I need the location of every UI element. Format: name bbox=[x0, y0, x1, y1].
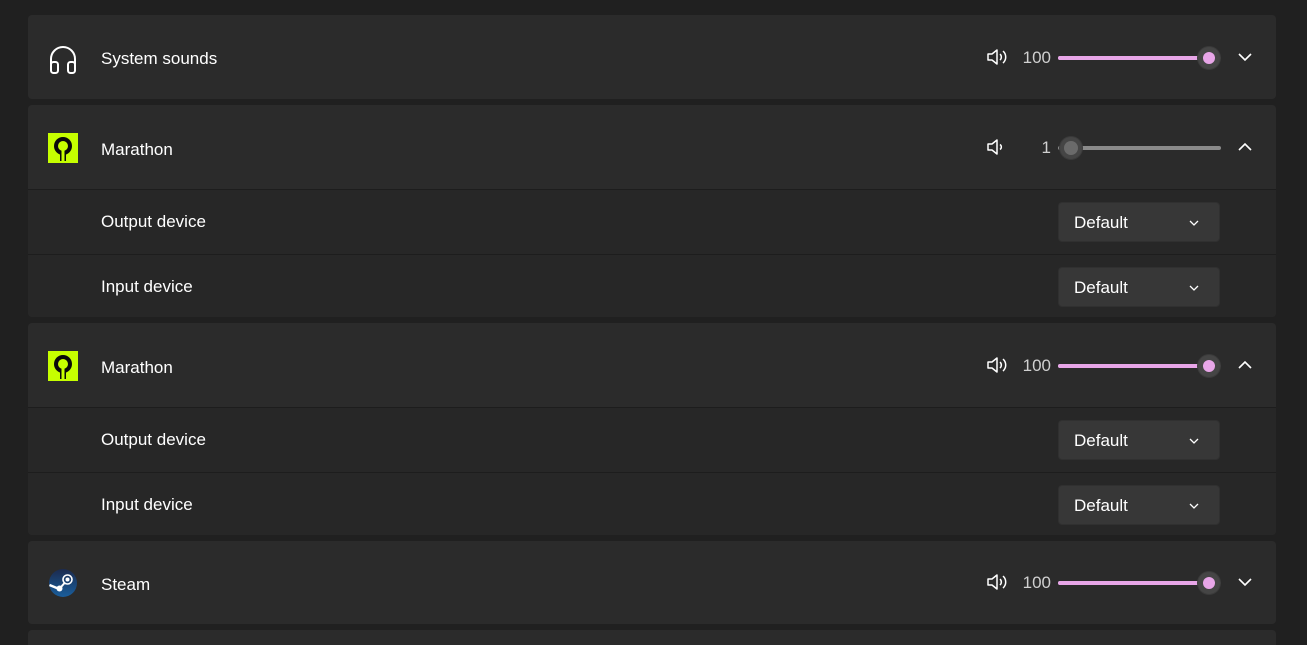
app-row[interactable]: Marathon 100 bbox=[28, 323, 1276, 407]
chevron-down-icon bbox=[1189, 503, 1199, 509]
app-name: System sounds bbox=[101, 49, 218, 68]
chevron-down-icon bbox=[1189, 285, 1199, 291]
app-name: Steam bbox=[101, 575, 151, 594]
chevron-up-icon[interactable] bbox=[1235, 355, 1255, 375]
slider-thumb[interactable] bbox=[1197, 354, 1221, 378]
speaker-loud-icon[interactable] bbox=[986, 572, 1008, 592]
chevron-up-icon[interactable] bbox=[1235, 137, 1255, 157]
volume-slider[interactable] bbox=[1058, 136, 1221, 160]
app-card-partial bbox=[28, 630, 1276, 645]
dropdown-value: Default bbox=[1074, 431, 1128, 450]
slider-fill bbox=[1058, 364, 1209, 368]
volume-value: 100 bbox=[1022, 48, 1051, 67]
app-row[interactable]: Marathon 1 bbox=[28, 105, 1276, 189]
input-device-row: Input device Default bbox=[28, 472, 1276, 535]
input-device-dropdown[interactable]: Default bbox=[1058, 485, 1220, 525]
volume-value: 100 bbox=[1022, 356, 1051, 375]
app-volume-page: System sounds 100 Marathon 1 Output devi… bbox=[0, 0, 1307, 645]
dropdown-value: Default bbox=[1074, 213, 1128, 232]
output-device-row: Output device Default bbox=[28, 189, 1276, 254]
speaker-loud-icon[interactable] bbox=[986, 47, 1008, 67]
slider-thumb[interactable] bbox=[1197, 571, 1221, 595]
output-device-dropdown[interactable]: Default bbox=[1058, 202, 1220, 242]
speaker-loud-icon[interactable] bbox=[986, 355, 1008, 375]
app-card-marathon-2: Marathon 100 Output device Default Input… bbox=[28, 323, 1276, 535]
steam-app-icon bbox=[48, 568, 78, 598]
slider-thumb[interactable] bbox=[1059, 136, 1084, 160]
speaker-quiet-icon[interactable] bbox=[986, 137, 1008, 157]
app-row[interactable]: System sounds 100 bbox=[28, 15, 1276, 99]
chevron-down-icon[interactable] bbox=[1235, 47, 1255, 67]
app-card-system-sounds: System sounds 100 bbox=[28, 15, 1276, 99]
app-name: Marathon bbox=[101, 140, 173, 159]
input-device-dropdown[interactable]: Default bbox=[1058, 267, 1220, 307]
input-device-row: Input device Default bbox=[28, 254, 1276, 317]
marathon-app-icon bbox=[48, 351, 78, 381]
app-card-marathon: Marathon 1 Output device Default Input d… bbox=[28, 105, 1276, 317]
dropdown-value: Default bbox=[1074, 278, 1128, 297]
slider-thumb[interactable] bbox=[1197, 46, 1221, 70]
volume-slider[interactable] bbox=[1058, 354, 1221, 378]
chevron-down-icon[interactable] bbox=[1235, 572, 1255, 592]
app-name: Marathon bbox=[101, 358, 173, 377]
output-device-row: Output device Default bbox=[28, 407, 1276, 472]
chevron-down-icon bbox=[1189, 438, 1199, 444]
input-device-label: Input device bbox=[101, 277, 193, 296]
headphones-icon bbox=[48, 45, 78, 75]
output-device-label: Output device bbox=[101, 430, 206, 449]
dropdown-value: Default bbox=[1074, 496, 1128, 515]
slider-fill bbox=[1058, 581, 1209, 585]
chevron-down-icon bbox=[1189, 220, 1199, 226]
volume-slider[interactable] bbox=[1058, 46, 1221, 70]
app-card-steam: Steam 100 bbox=[28, 541, 1276, 624]
input-device-label: Input device bbox=[101, 495, 193, 514]
app-row[interactable]: Steam 100 bbox=[28, 541, 1276, 624]
output-device-label: Output device bbox=[101, 212, 206, 231]
output-device-dropdown[interactable]: Default bbox=[1058, 420, 1220, 460]
marathon-app-icon bbox=[48, 133, 78, 163]
volume-value: 100 bbox=[1022, 573, 1051, 592]
volume-value: 1 bbox=[1041, 138, 1051, 157]
volume-slider[interactable] bbox=[1058, 571, 1221, 595]
slider-fill bbox=[1058, 56, 1209, 60]
